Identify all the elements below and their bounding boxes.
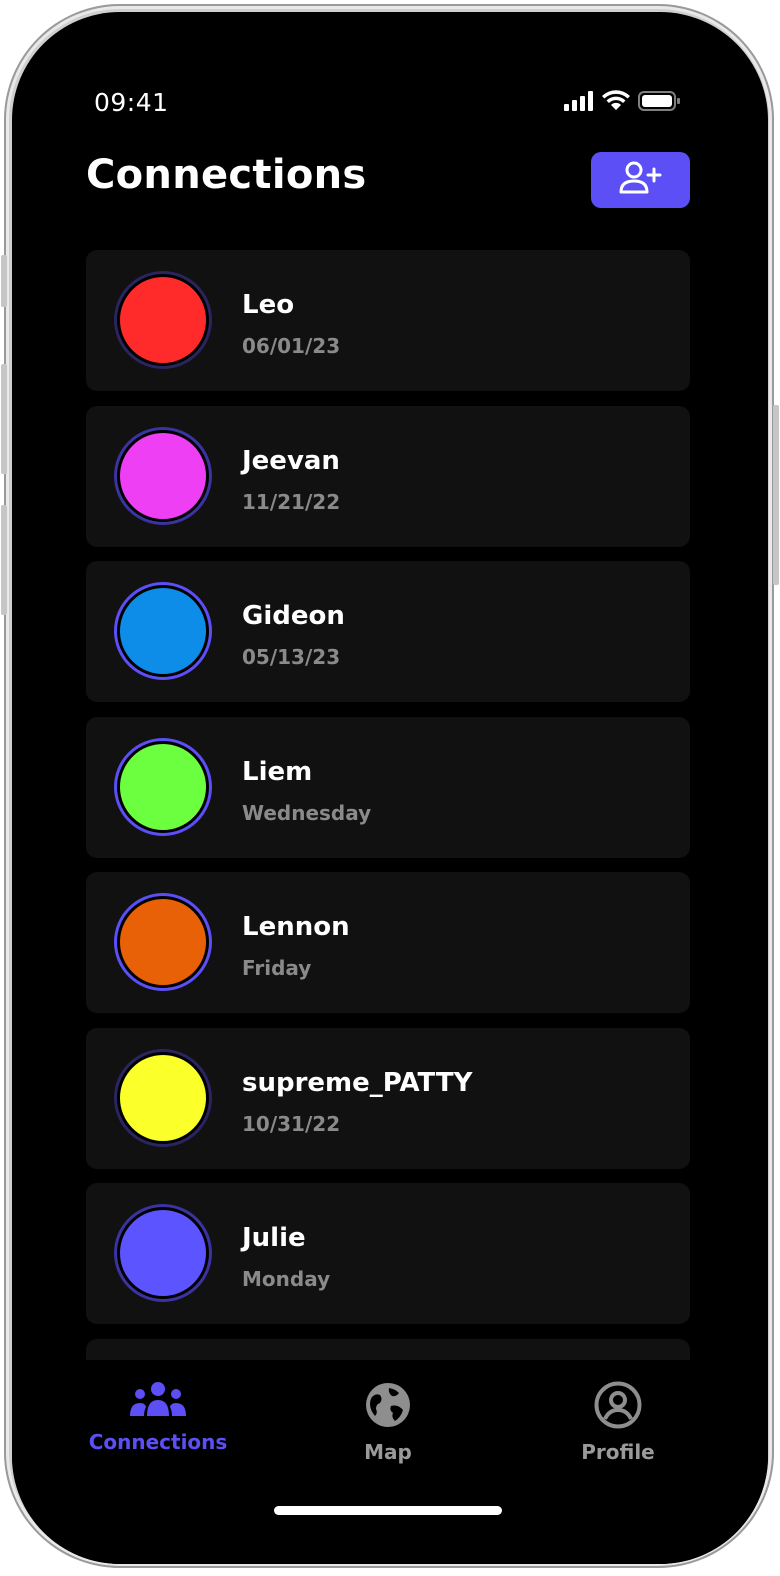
add-user-icon — [618, 160, 664, 200]
tab-profile[interactable]: Profile — [518, 1380, 718, 1464]
connection-date: 11/21/22 — [242, 489, 341, 514]
profile-circle-icon — [593, 1380, 643, 1434]
status-icons — [564, 90, 680, 115]
connection-name: Gideon — [242, 601, 345, 631]
people-group-icon — [128, 1380, 188, 1424]
connection-card-lennon[interactable]: Lennon Friday — [86, 872, 690, 1013]
status-time: 09:41 — [94, 88, 169, 117]
tab-label: Map — [364, 1440, 412, 1464]
connection-date: Friday — [242, 956, 312, 980]
side-button-power — [773, 405, 779, 585]
avatar — [114, 1048, 212, 1147]
app-screen: 09:41 Connections Leo 06/01/23 Jeevan 11… — [12, 12, 768, 1564]
connections-list[interactable]: Leo 06/01/23 Jeevan 11/21/22 Gideon 05/1… — [86, 250, 690, 1360]
connection-name: Leo — [242, 290, 295, 320]
avatar — [114, 426, 212, 525]
globe-icon — [363, 1380, 413, 1434]
connection-card-supreme-patty[interactable]: supreme_PATTY 10/31/22 — [86, 1027, 690, 1169]
side-button-volume-down — [1, 505, 7, 615]
connection-card-gideon[interactable]: Gideon 05/13/23 — [86, 561, 690, 702]
connection-name: Julie — [242, 1223, 306, 1253]
avatar — [114, 582, 212, 680]
connection-date: Wednesday — [242, 800, 372, 825]
connection-card-leo[interactable]: Leo 06/01/23 — [86, 250, 690, 391]
connection-card-jeevan[interactable]: Jeevan 11/21/22 — [86, 405, 690, 547]
wifi-icon — [602, 90, 630, 115]
connection-card-liem[interactable]: Liem Wednesday — [86, 716, 690, 858]
tab-map[interactable]: Map — [288, 1380, 488, 1464]
battery-icon — [638, 90, 680, 115]
connection-name: Jeevan — [242, 445, 340, 476]
avatar — [114, 737, 212, 836]
connection-date: 06/01/23 — [242, 334, 341, 358]
cellular-signal-icon — [564, 90, 594, 115]
home-indicator[interactable] — [274, 1506, 502, 1515]
connection-name: Lennon — [242, 912, 350, 942]
add-connection-button[interactable] — [591, 152, 690, 208]
avatar — [114, 271, 212, 369]
tab-label: Profile — [581, 1440, 655, 1464]
connection-date: 10/31/22 — [242, 1111, 341, 1136]
tab-connections[interactable]: Connections — [58, 1380, 258, 1454]
side-button-mute — [1, 255, 7, 307]
connection-name: Liem — [242, 756, 313, 787]
connection-date: 05/13/23 — [242, 645, 341, 669]
tab-label: Connections — [88, 1430, 228, 1454]
page-title: Connections — [86, 152, 367, 198]
connection-name: supreme_PATTY — [242, 1067, 473, 1098]
connection-date: Monday — [242, 1267, 331, 1291]
connection-card-julie[interactable]: Julie Monday — [86, 1183, 690, 1324]
avatar — [114, 893, 212, 991]
tab-bar: Connections Map Profile — [12, 1360, 768, 1564]
connection-card-partial[interactable] — [86, 1338, 690, 1360]
avatar — [114, 1204, 212, 1302]
side-button-volume-up — [1, 364, 7, 474]
